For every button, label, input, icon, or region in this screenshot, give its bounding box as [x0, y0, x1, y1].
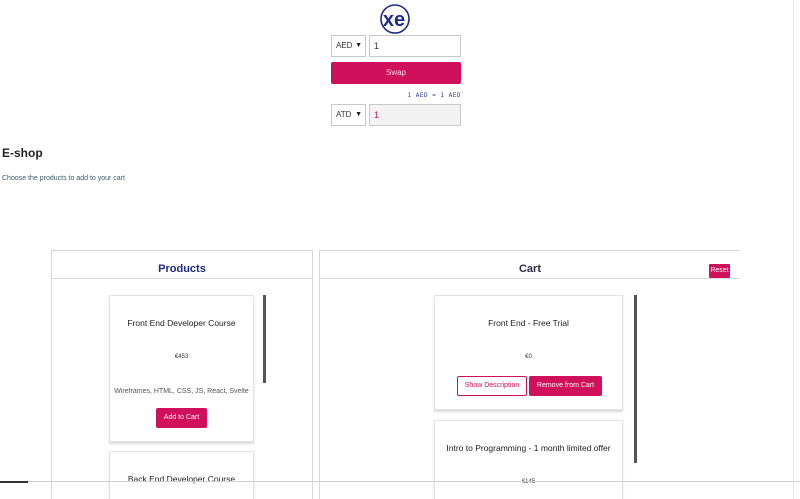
- page-subtitle: Choose the products to add to your cart: [2, 175, 125, 182]
- reset-button[interactable]: Reset: [709, 264, 730, 278]
- products-panel: Products Front End Developer Course €453…: [51, 250, 313, 499]
- cart-item-card: Intro to Programming - 1 month limited o…: [434, 420, 623, 499]
- to-currency-row: ATD ▼ 1: [331, 104, 461, 126]
- product-card: Back End Developer Course: [109, 451, 254, 499]
- xe-logo: xe: [377, 3, 412, 35]
- remove-from-cart-button[interactable]: Remove from Cart: [529, 376, 602, 396]
- cart-panel: Cart Reset Front End - Free Trial €0 Sho…: [319, 250, 740, 499]
- xe-logo-icon: xe: [380, 4, 410, 34]
- exchange-rate-text: 1 AED = 1 AED: [407, 92, 461, 99]
- product-description: Wireframes, HTML, CSS, JS, React, Svelte: [114, 388, 249, 395]
- page-title: E-shop: [2, 146, 43, 160]
- product-title: Front End Developer Course: [127, 318, 236, 328]
- from-amount-input[interactable]: 1: [369, 35, 461, 57]
- divider-segment: [28, 481, 800, 482]
- svg-text:xe: xe: [383, 9, 405, 31]
- from-currency-select[interactable]: AED ▼: [331, 35, 366, 57]
- chevron-down-icon: ▼: [355, 42, 362, 49]
- add-to-cart-button[interactable]: Add to Cart: [156, 408, 207, 428]
- show-description-button[interactable]: Show Description: [457, 376, 527, 396]
- products-title: Products: [158, 263, 206, 275]
- product-price: €453: [174, 354, 189, 360]
- bottom-divider: [0, 481, 800, 483]
- product-card: Front End Developer Course €453 Wirefram…: [109, 295, 254, 442]
- to-currency-select[interactable]: ATD ▼: [331, 104, 366, 126]
- from-currency-value: AED: [336, 41, 353, 50]
- swap-button[interactable]: Swap: [331, 62, 461, 84]
- cart-title: Cart: [518, 263, 541, 275]
- cart-item-title: Intro to Programming - 1 month limited o…: [446, 443, 611, 453]
- right-edge-divider: [793, 0, 794, 499]
- chevron-down-icon: ▼: [355, 111, 362, 118]
- products-scrollbar[interactable]: [263, 295, 266, 383]
- to-currency-value: ATD: [336, 110, 352, 119]
- cart-item-price: €0: [525, 354, 532, 360]
- cart-header: Cart Reset: [320, 251, 740, 279]
- cart-item-title: Front End - Free Trial: [488, 318, 569, 328]
- cart-scrollbar[interactable]: [634, 295, 637, 463]
- from-currency-row: AED ▼ 1: [331, 35, 461, 57]
- products-header: Products: [52, 251, 312, 279]
- cart-item-card: Front End - Free Trial €0 Show Descripti…: [434, 295, 623, 410]
- to-amount-input[interactable]: 1: [369, 104, 461, 126]
- divider-segment: [0, 481, 28, 483]
